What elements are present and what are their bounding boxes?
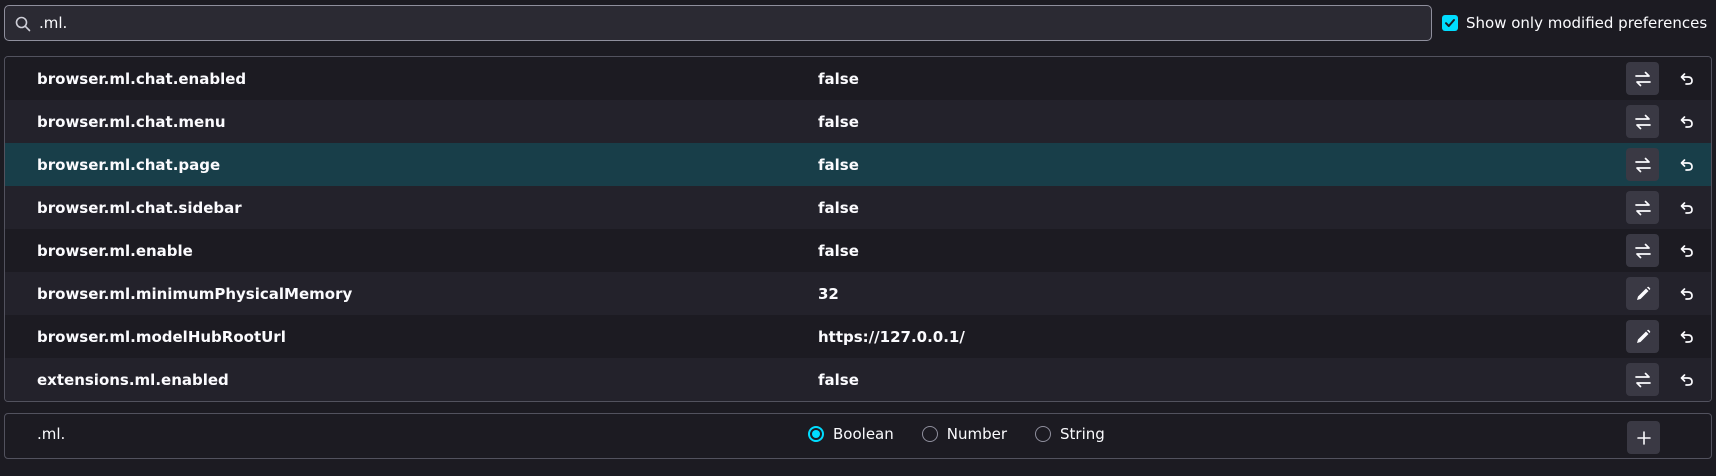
plus-icon: [1636, 430, 1651, 445]
radio-number[interactable]: [921, 426, 938, 442]
preference-value: 32: [818, 284, 839, 303]
toggle-icon: [1634, 243, 1651, 258]
reset-icon: [1680, 330, 1693, 343]
search-input-value: .ml.: [39, 14, 68, 32]
reset-button[interactable]: [1672, 320, 1700, 353]
preference-value: false: [818, 69, 859, 88]
toggle-icon: [1634, 372, 1651, 387]
preference-value: false: [818, 112, 859, 131]
toggle-button[interactable]: [1626, 191, 1659, 224]
preference-row[interactable]: browser.ml.enable false: [5, 229, 1711, 272]
edit-button[interactable]: [1626, 320, 1659, 353]
search-icon: [15, 16, 31, 32]
reset-icon: [1680, 287, 1693, 300]
toggle-icon: [1634, 114, 1651, 129]
preference-row[interactable]: browser.ml.chat.menu false: [5, 100, 1711, 143]
toggle-button[interactable]: [1626, 62, 1659, 95]
preference-value: false: [818, 370, 859, 389]
preference-value: false: [818, 155, 859, 174]
preference-row[interactable]: browser.ml.chat.page false: [5, 143, 1711, 186]
reset-icon: [1680, 201, 1693, 214]
toggle-icon: [1634, 200, 1651, 215]
reset-button[interactable]: [1672, 363, 1700, 396]
preference-name: extensions.ml.enabled: [37, 370, 229, 389]
edit-icon: [1636, 329, 1650, 343]
preference-row[interactable]: browser.ml.minimumPhysicalMemory 32: [5, 272, 1711, 315]
toggle-icon: [1634, 157, 1651, 172]
reset-button[interactable]: [1672, 148, 1700, 181]
radio-boolean-label: Boolean: [833, 425, 894, 443]
edit-icon: [1636, 286, 1650, 300]
preferences-table: browser.ml.chat.enabled false browser.ml.c…: [4, 56, 1712, 402]
new-preference-name: .ml.: [37, 425, 66, 443]
reset-button[interactable]: [1672, 62, 1700, 95]
add-preference-row: .ml. Boolean Number String: [4, 413, 1712, 459]
preference-value: false: [818, 198, 859, 217]
preference-name: browser.ml.enable: [37, 241, 193, 260]
preference-name: browser.ml.chat.page: [37, 155, 221, 174]
show-modified-checkbox[interactable]: [1442, 15, 1458, 31]
reset-icon: [1680, 72, 1693, 85]
preference-row[interactable]: browser.ml.modelHubRootUrl https://127.0.…: [5, 315, 1711, 358]
preference-type-radios: Boolean Number String: [808, 425, 1133, 443]
toggle-button[interactable]: [1626, 105, 1659, 138]
show-modified-label: Show only modified preferences: [1466, 14, 1708, 32]
toggle-icon: [1634, 71, 1651, 86]
reset-button[interactable]: [1672, 191, 1700, 224]
search-input[interactable]: .ml.: [4, 5, 1432, 41]
preference-value: false: [818, 241, 859, 260]
radio-number-label: Number: [946, 425, 1008, 443]
reset-icon: [1680, 158, 1693, 171]
reset-icon: [1680, 373, 1693, 386]
preference-row[interactable]: extensions.ml.enabled false: [5, 358, 1711, 401]
reset-icon: [1680, 244, 1693, 257]
reset-icon: [1680, 115, 1693, 128]
preference-name: browser.ml.minimumPhysicalMemory: [37, 284, 353, 303]
reset-button[interactable]: [1672, 105, 1700, 138]
toggle-button[interactable]: [1626, 234, 1659, 267]
add-preference-button[interactable]: [1627, 421, 1660, 454]
edit-button[interactable]: [1626, 277, 1659, 310]
radio-string-label: String: [1060, 425, 1105, 443]
type-option-number[interactable]: Number: [921, 425, 1008, 443]
type-option-boolean[interactable]: Boolean: [808, 425, 894, 443]
preference-name: browser.ml.chat.enabled: [37, 69, 247, 88]
radio-string[interactable]: [1035, 426, 1052, 442]
preference-row[interactable]: browser.ml.chat.enabled false: [5, 57, 1711, 100]
show-modified-toggle[interactable]: Show only modified preferences: [1442, 13, 1707, 33]
preference-name: browser.ml.chat.sidebar: [37, 198, 242, 217]
preference-row[interactable]: browser.ml.chat.sidebar false: [5, 186, 1711, 229]
type-option-string[interactable]: String: [1035, 425, 1105, 443]
preference-name: browser.ml.chat.menu: [37, 112, 226, 131]
reset-button[interactable]: [1672, 234, 1700, 267]
toggle-button[interactable]: [1626, 363, 1659, 396]
preference-name: browser.ml.modelHubRootUrl: [37, 327, 286, 346]
reset-button[interactable]: [1672, 277, 1700, 310]
checkmark-icon: [1445, 19, 1455, 27]
radio-boolean[interactable]: [808, 426, 824, 442]
search-row: .ml. Show only modified preferences: [4, 5, 1716, 43]
toggle-button[interactable]: [1626, 148, 1659, 181]
preference-value: https://127.0.0.1/: [818, 327, 965, 346]
